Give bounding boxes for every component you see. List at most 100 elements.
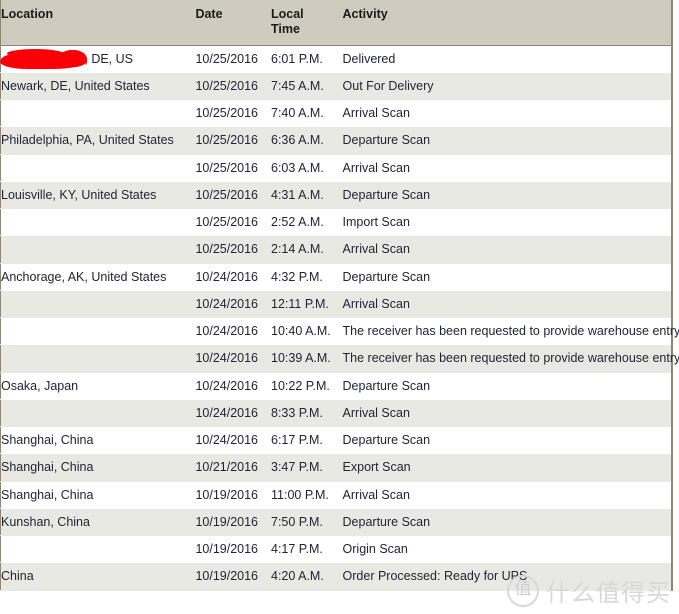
cell-activity: Departure Scan <box>342 181 672 210</box>
table-row: China 10/19/2016 4:20 A.M. Order Processed:… <box>0 562 672 591</box>
cell-local-time: 3:47 P.M. <box>271 453 343 482</box>
cell-activity: The receiver has been requested to provi… <box>342 317 679 346</box>
cell-local-time: 7:45 A.M. <box>271 72 343 101</box>
cell-location <box>0 290 196 319</box>
cell-location <box>0 399 196 428</box>
cell-date: 10/24/2016 <box>195 426 271 455</box>
cell-activity: Departure Scan <box>342 263 672 291</box>
cell-local-time: 4:32 P.M. <box>271 263 343 291</box>
cell-location: China <box>0 562 196 591</box>
cell-local-time: 6:17 P.M. <box>271 426 343 455</box>
column-header-location[interactable]: Location <box>0 0 196 46</box>
tracking-history-table: Location Date LocalTime Activity XXXXXXX… <box>0 0 679 591</box>
cell-location <box>0 317 196 346</box>
cell-activity: Arrival Scan <box>342 154 672 182</box>
cell-location: Newark, DE, United States <box>0 72 196 101</box>
cell-local-time: 10:40 A.M. <box>271 317 343 346</box>
table-row: Osaka, Japan 10/24/2016 10:22 P.M. Departur… <box>0 372 672 400</box>
cell-date: 10/24/2016 <box>195 317 271 346</box>
table-body: XXXXXXXXXX, DE, US10/25/20166:01 P.M.Del… <box>0 45 679 591</box>
cell-location: Shanghai, China <box>0 481 196 509</box>
cell-local-time: 11:00 P.M. <box>271 481 343 509</box>
cell-location <box>0 235 196 264</box>
table-row: Shanghai, China 10/21/2016 3:47 P.M. Export… <box>0 453 672 482</box>
table-row: Shanghai, China 10/19/2016 11:00 P.M. Arriv… <box>0 481 672 509</box>
cell-activity: Arrival Scan <box>342 290 672 319</box>
table-row: 10/24/2016 10:39 A.M. The receiver has bee… <box>0 344 679 373</box>
column-header-local-time-line1: Local <box>271 7 304 21</box>
cell-activity: Delivered <box>342 45 672 73</box>
cell-activity: Arrival Scan <box>342 399 672 428</box>
redacted-location: XXXXXXXXXX <box>1 48 87 67</box>
cell-location: Louisville, KY, United States <box>0 181 196 210</box>
cell-date: 10/19/2016 <box>195 508 271 537</box>
cell-date: 10/24/2016 <box>195 344 271 373</box>
table-row: 10/24/2016 12:11 P.M. Arrival Scan <box>0 290 672 319</box>
cell-location: Shanghai, China <box>0 453 196 482</box>
cell-local-time: 8:33 P.M. <box>271 399 343 428</box>
table-row: Anchorage, AK, United States 10/24/2016 4:… <box>0 263 672 291</box>
column-header-date[interactable]: Date <box>195 0 271 46</box>
redaction-blob-icon <box>1 48 87 67</box>
table-row: 10/24/2016 8:33 P.M. Arrival Scan <box>0 399 672 428</box>
table-row: 10/25/2016 7:40 A.M. Arrival Scan <box>0 99 672 128</box>
cell-activity: Export Scan <box>342 453 672 482</box>
cell-activity: Departure Scan <box>342 508 672 537</box>
cell-activity: Departure Scan <box>342 126 672 155</box>
cell-activity: Out For Delivery <box>342 72 672 101</box>
column-header-activity[interactable]: Activity <box>342 0 672 46</box>
table-row: 10/24/2016 10:40 A.M. The receiver has bee… <box>0 317 679 346</box>
cell-location <box>0 99 196 128</box>
cell-date: 10/25/2016 <box>195 45 271 73</box>
cell-date: 10/25/2016 <box>195 99 271 128</box>
cell-date: 10/25/2016 <box>195 235 271 264</box>
cell-location: Kunshan, China <box>0 508 196 537</box>
cell-local-time: 7:40 A.M. <box>271 99 343 128</box>
cell-location <box>0 208 196 237</box>
cell-date: 10/19/2016 <box>195 535 271 564</box>
table-row: Louisville, KY, United States 10/25/2016 4… <box>0 181 672 210</box>
cell-local-time: 4:17 P.M. <box>271 535 343 564</box>
cell-date: 10/25/2016 <box>195 154 271 182</box>
table-row: Newark, DE, United States 10/25/2016 7:45 … <box>0 72 672 101</box>
cell-local-time: 7:50 P.M. <box>271 508 343 537</box>
cell-date: 10/19/2016 <box>195 562 271 591</box>
cell-local-time: 10:39 A.M. <box>271 344 343 373</box>
cell-activity: The receiver has been requested to provi… <box>342 344 679 373</box>
cell-activity: Arrival Scan <box>342 235 672 264</box>
cell-date: 10/24/2016 <box>195 263 271 291</box>
location-text: , DE, US <box>84 51 133 66</box>
cell-date: 10/25/2016 <box>195 208 271 237</box>
table-row: Kunshan, China 10/19/2016 7:50 P.M. Departu… <box>0 508 672 537</box>
cell-date: 10/24/2016 <box>195 290 271 319</box>
cell-local-time: 4:20 A.M. <box>271 562 343 591</box>
column-header-local-time[interactable]: Local Time <box>271 0 343 46</box>
cell-activity: Origin Scan <box>342 535 672 564</box>
cell-local-time: 6:01 P.M. <box>271 45 343 73</box>
table-row: 10/25/2016 2:52 A.M. Import Scan <box>0 208 672 237</box>
table-row: Shanghai, China 10/24/2016 6:17 P.M. Depart… <box>0 426 672 455</box>
cell-date: 10/19/2016 <box>195 481 271 509</box>
cell-date: 10/25/2016 <box>195 181 271 210</box>
table-header: Location Date Local Time Activity <box>0 0 672 46</box>
cell-local-time: 10:22 P.M. <box>271 372 343 400</box>
cell-location: Osaka, Japan <box>0 372 196 400</box>
table-row: 10/25/2016 6:03 A.M. Arrival Scan <box>0 154 672 182</box>
cell-location: XXXXXXXXXX, DE, US <box>0 45 196 73</box>
cell-activity: Departure Scan <box>342 426 672 455</box>
cell-location: Shanghai, China <box>0 426 196 455</box>
cell-activity: Import Scan <box>342 208 672 237</box>
cell-activity: Order Processed: Ready for UPS <box>342 562 672 591</box>
column-header-local-time-line2: Time <box>271 21 300 36</box>
cell-date: 10/21/2016 <box>195 453 271 482</box>
table-row: XXXXXXXXXX, DE, US10/25/20166:01 P.M.Del… <box>0 45 672 73</box>
cell-date: 10/24/2016 <box>195 372 271 400</box>
cell-date: 10/25/2016 <box>195 126 271 155</box>
cell-date: 10/24/2016 <box>195 399 271 428</box>
cell-local-time: 6:36 A.M. <box>271 126 343 155</box>
cell-local-time: 2:14 A.M. <box>271 235 343 264</box>
cell-local-time: 6:03 A.M. <box>271 154 343 182</box>
table-row: Philadelphia, PA, United States 10/25/201… <box>0 126 672 155</box>
cell-location: Philadelphia, PA, United States <box>0 126 196 155</box>
cell-location <box>0 154 196 182</box>
